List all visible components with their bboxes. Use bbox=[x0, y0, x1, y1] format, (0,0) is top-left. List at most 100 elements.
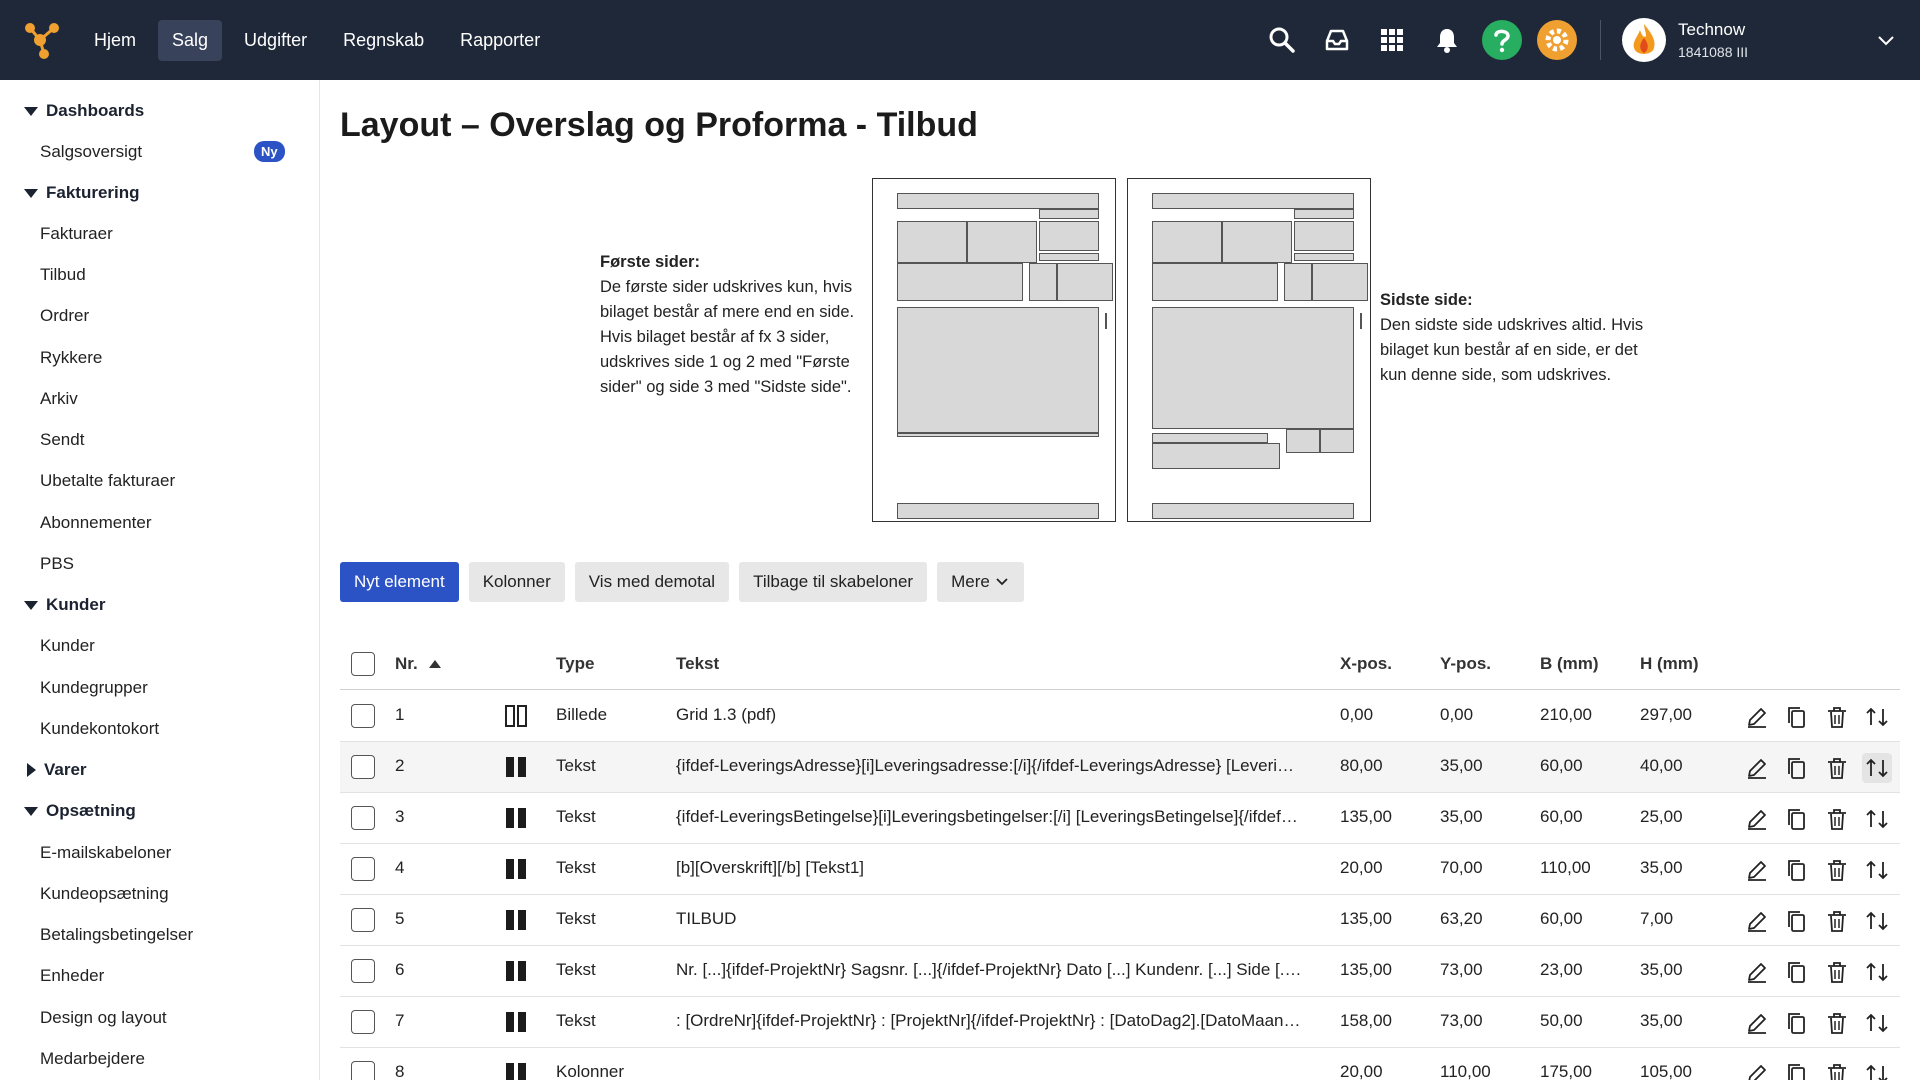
last-page-preview[interactable] bbox=[1127, 178, 1371, 522]
notification-bell-icon[interactable] bbox=[1427, 20, 1467, 60]
copy-icon[interactable] bbox=[1782, 702, 1812, 732]
trash-icon[interactable] bbox=[1822, 753, 1852, 783]
back-to-templates-button[interactable]: Tilbage til skabeloner bbox=[739, 562, 928, 602]
edit-pencil-icon[interactable] bbox=[1742, 957, 1772, 987]
sidebar-item-fakturaer[interactable]: Fakturaer bbox=[40, 224, 113, 244]
sidebar-item-enheder[interactable]: Enheder bbox=[40, 966, 104, 986]
edit-pencil-icon[interactable] bbox=[1742, 855, 1772, 885]
reorder-arrows-icon[interactable] bbox=[1862, 855, 1892, 885]
help-icon[interactable] bbox=[1482, 20, 1522, 60]
table-row[interactable]: 1 Billede Grid 1.3 (pdf) 0,00 0,00 210,0… bbox=[340, 691, 1900, 742]
more-button[interactable]: Mere bbox=[937, 562, 1024, 602]
sidebar-group-kunder[interactable]: Kunder bbox=[24, 595, 106, 615]
search-icon[interactable] bbox=[1262, 20, 1302, 60]
edit-pencil-icon[interactable] bbox=[1742, 1059, 1772, 1080]
inbox-icon[interactable] bbox=[1317, 20, 1357, 60]
copy-icon[interactable] bbox=[1782, 855, 1812, 885]
user-avatar[interactable] bbox=[1622, 18, 1666, 62]
col-text[interactable]: Tekst bbox=[676, 654, 719, 674]
sidebar-item-design-og-layout[interactable]: Design og layout bbox=[40, 1008, 167, 1028]
table-row[interactable]: 2 Tekst {ifdef-LeveringsAdresse}[i]Lever… bbox=[340, 742, 1900, 793]
sidebar-item-e-mailskabeloner[interactable]: E-mailskabeloner bbox=[40, 843, 171, 863]
nav-salg[interactable]: Salg bbox=[158, 19, 223, 61]
reorder-arrows-icon[interactable] bbox=[1862, 753, 1892, 783]
sidebar-item-abonnementer[interactable]: Abonnementer bbox=[40, 513, 152, 533]
table-row[interactable]: 8 Kolonner 20,00 110,00 175,00 105,00 bbox=[340, 1048, 1900, 1080]
trash-icon[interactable] bbox=[1822, 702, 1852, 732]
reorder-arrows-icon[interactable] bbox=[1862, 957, 1892, 987]
sidebar-group-fakturering[interactable]: Fakturering bbox=[24, 183, 140, 203]
copy-icon[interactable] bbox=[1782, 1059, 1812, 1080]
reorder-arrows-icon[interactable] bbox=[1862, 1008, 1892, 1038]
copy-icon[interactable] bbox=[1782, 906, 1812, 936]
col-y-pos[interactable]: Y-pos. bbox=[1440, 654, 1491, 674]
row-checkbox[interactable] bbox=[351, 1010, 375, 1034]
nav-hjem[interactable]: Hjem bbox=[80, 20, 150, 61]
sidebar-group-varer[interactable]: Varer bbox=[24, 760, 87, 780]
sidebar-item-ubetalte-fakturaer[interactable]: Ubetalte fakturaer bbox=[40, 471, 175, 491]
sidebar-group-dashboards[interactable]: Dashboards bbox=[24, 101, 144, 121]
new-element-button[interactable]: Nyt element bbox=[340, 562, 459, 602]
sidebar-item-tilbud[interactable]: Tilbud bbox=[40, 265, 86, 285]
row-checkbox[interactable] bbox=[351, 908, 375, 932]
edit-pencil-icon[interactable] bbox=[1742, 702, 1772, 732]
row-checkbox[interactable] bbox=[351, 704, 375, 728]
edit-pencil-icon[interactable] bbox=[1742, 1008, 1772, 1038]
sidebar-item-betalingsbetingelser[interactable]: Betalingsbetingelser bbox=[40, 925, 193, 945]
col-x-pos[interactable]: X-pos. bbox=[1340, 654, 1392, 674]
trash-icon[interactable] bbox=[1822, 906, 1852, 936]
sidebar-item-arkiv[interactable]: Arkiv bbox=[40, 389, 78, 409]
col-height[interactable]: H (mm) bbox=[1640, 654, 1699, 674]
trash-icon[interactable] bbox=[1822, 855, 1852, 885]
settings-gear-icon[interactable] bbox=[1537, 20, 1577, 60]
sidebar-item-kundekontokort[interactable]: Kundekontokort bbox=[40, 719, 159, 739]
edit-pencil-icon[interactable] bbox=[1742, 753, 1772, 783]
user-name[interactable]: Technow bbox=[1678, 20, 1745, 40]
app-logo-icon[interactable] bbox=[22, 20, 62, 60]
table-row[interactable]: 3 Tekst {ifdef-LeveringsBetingelse}[i]Le… bbox=[340, 793, 1900, 844]
row-checkbox[interactable] bbox=[351, 806, 375, 830]
col-type[interactable]: Type bbox=[556, 654, 594, 674]
col-nr[interactable]: Nr. bbox=[395, 654, 442, 674]
sidebar-item-pbs[interactable]: PBS bbox=[40, 554, 74, 574]
copy-icon[interactable] bbox=[1782, 957, 1812, 987]
copy-icon[interactable] bbox=[1782, 753, 1812, 783]
sidebar-item-rykkere[interactable]: Rykkere bbox=[40, 348, 102, 368]
reorder-arrows-icon[interactable] bbox=[1862, 906, 1892, 936]
row-checkbox[interactable] bbox=[351, 959, 375, 983]
copy-icon[interactable] bbox=[1782, 804, 1812, 834]
sidebar-item-kundegrupper[interactable]: Kundegrupper bbox=[40, 678, 148, 698]
apps-grid-icon[interactable] bbox=[1372, 20, 1412, 60]
chevron-down-icon[interactable] bbox=[1876, 30, 1896, 50]
row-checkbox[interactable] bbox=[351, 857, 375, 881]
sidebar-item-sendt[interactable]: Sendt bbox=[40, 430, 84, 450]
sidebar-item-kunder[interactable]: Kunder bbox=[40, 636, 95, 656]
sidebar-group-opsaetning[interactable]: Opsætning bbox=[24, 801, 136, 821]
sidebar-item-salgsoversigt[interactable]: Salgsoversigt bbox=[40, 142, 142, 162]
reorder-arrows-icon[interactable] bbox=[1862, 804, 1892, 834]
col-width[interactable]: B (mm) bbox=[1540, 654, 1599, 674]
first-pages-preview[interactable] bbox=[872, 178, 1116, 522]
show-demo-button[interactable]: Vis med demotal bbox=[574, 562, 730, 602]
copy-icon[interactable] bbox=[1782, 1008, 1812, 1038]
reorder-arrows-icon[interactable] bbox=[1862, 702, 1892, 732]
select-all-checkbox[interactable] bbox=[351, 652, 375, 676]
row-checkbox[interactable] bbox=[351, 755, 375, 779]
sidebar-item-medarbejdere[interactable]: Medarbejdere bbox=[40, 1049, 145, 1069]
nav-rapporter[interactable]: Rapporter bbox=[446, 20, 554, 61]
table-row[interactable]: 6 Tekst Nr. [...]{ifdef-ProjektNr} Sagsn… bbox=[340, 946, 1900, 997]
table-row[interactable]: 4 Tekst [b][Overskrift][/b] [Tekst1] 20,… bbox=[340, 844, 1900, 895]
nav-regnskab[interactable]: Regnskab bbox=[329, 20, 438, 61]
columns-button[interactable]: Kolonner bbox=[468, 562, 565, 602]
trash-icon[interactable] bbox=[1822, 804, 1852, 834]
edit-pencil-icon[interactable] bbox=[1742, 804, 1772, 834]
table-row[interactable]: 7 Tekst : [OrdreNr]{ifdef-ProjektNr} : [… bbox=[340, 997, 1900, 1048]
sidebar-item-kundeopsaetning[interactable]: Kundeopsætning bbox=[40, 884, 169, 904]
table-row[interactable]: 5 Tekst TILBUD 135,00 63,20 60,00 7,00 bbox=[340, 895, 1900, 946]
trash-icon[interactable] bbox=[1822, 957, 1852, 987]
trash-icon[interactable] bbox=[1822, 1059, 1852, 1080]
edit-pencil-icon[interactable] bbox=[1742, 906, 1772, 936]
nav-udgifter[interactable]: Udgifter bbox=[230, 20, 321, 61]
sidebar-item-ordrer[interactable]: Ordrer bbox=[40, 306, 89, 326]
trash-icon[interactable] bbox=[1822, 1008, 1852, 1038]
